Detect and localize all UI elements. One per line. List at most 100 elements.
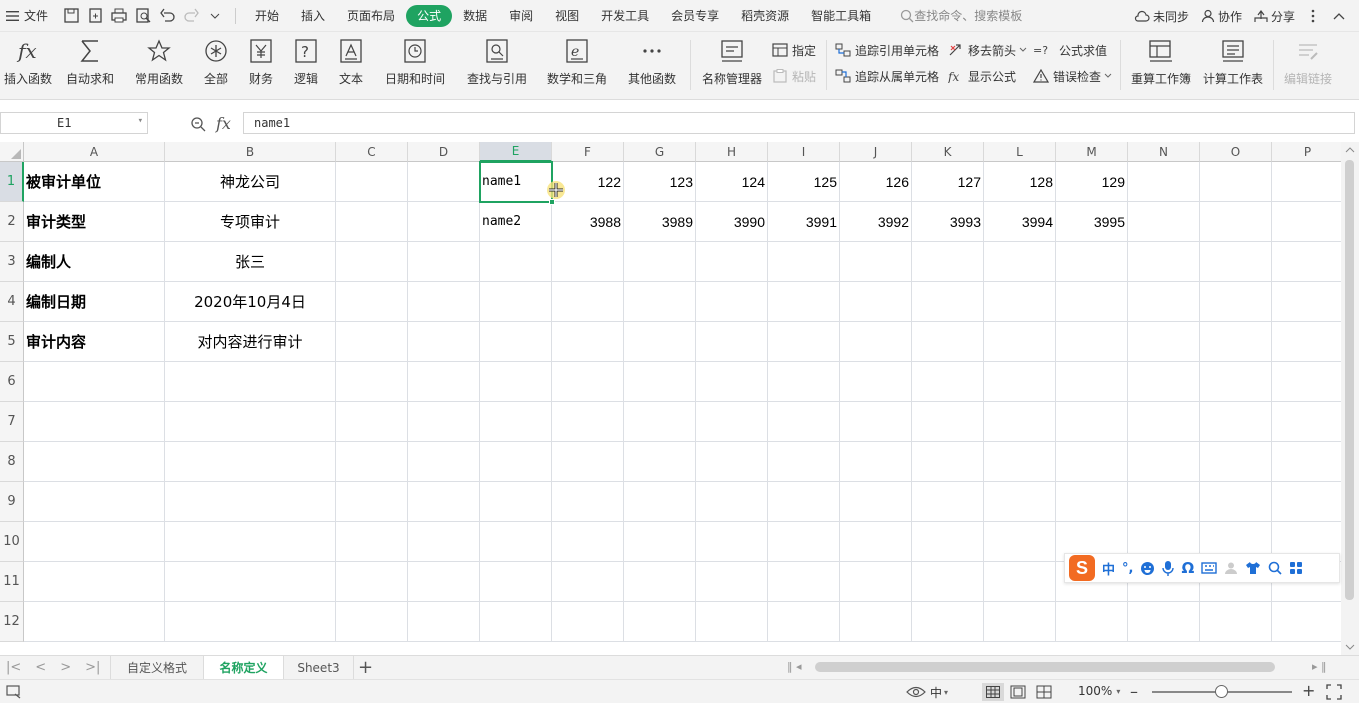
cell-b8[interactable] bbox=[165, 442, 336, 482]
cell-n4[interactable] bbox=[1128, 282, 1200, 322]
cell-i11[interactable] bbox=[768, 562, 840, 602]
cell-g12[interactable] bbox=[624, 602, 696, 642]
sheet-tab-name-definition[interactable]: 名称定义 bbox=[204, 656, 284, 679]
cell-h9[interactable] bbox=[696, 482, 768, 522]
emoji-icon[interactable] bbox=[1140, 561, 1155, 576]
cell-m2[interactable]: 3995 bbox=[1056, 202, 1128, 242]
cell-e11[interactable] bbox=[480, 562, 552, 602]
cell-a3[interactable]: 编制人 bbox=[24, 242, 165, 282]
print-icon[interactable] bbox=[110, 7, 128, 25]
cell-p3[interactable] bbox=[1272, 242, 1341, 282]
cell-c5[interactable] bbox=[336, 322, 408, 362]
cell-d8[interactable] bbox=[408, 442, 480, 482]
cell-f8[interactable] bbox=[552, 442, 624, 482]
cell-a4[interactable]: 编制日期 bbox=[24, 282, 165, 322]
cell-a8[interactable] bbox=[24, 442, 165, 482]
eye-protection-icon[interactable] bbox=[906, 685, 926, 699]
name-manager-button[interactable]: 名称管理器 bbox=[700, 36, 764, 94]
trace-dependents-button[interactable]: 追踪从属单元格 bbox=[835, 66, 939, 86]
cell-c11[interactable] bbox=[336, 562, 408, 602]
cell-n2[interactable] bbox=[1128, 202, 1200, 242]
sheet-tab-sheet3[interactable]: Sheet3 bbox=[284, 656, 354, 679]
user-account-icon[interactable] bbox=[1224, 561, 1238, 575]
formula-input[interactable]: name1 bbox=[243, 112, 1355, 134]
cell-k8[interactable] bbox=[912, 442, 984, 482]
cell-n8[interactable] bbox=[1128, 442, 1200, 482]
cell-k11[interactable] bbox=[912, 562, 984, 602]
more-options-icon[interactable] bbox=[1301, 0, 1325, 32]
cell-p8[interactable] bbox=[1272, 442, 1341, 482]
cell-n1[interactable] bbox=[1128, 162, 1200, 202]
cell-i2[interactable]: 3991 bbox=[768, 202, 840, 242]
cell-p2[interactable] bbox=[1272, 202, 1341, 242]
cell-d2[interactable] bbox=[408, 202, 480, 242]
cell-m4[interactable] bbox=[1056, 282, 1128, 322]
macro-record-icon[interactable] bbox=[6, 685, 24, 699]
cell-k1[interactable]: 127 bbox=[912, 162, 984, 202]
cell-h3[interactable] bbox=[696, 242, 768, 282]
cell-a12[interactable] bbox=[24, 602, 165, 642]
column-header-k[interactable]: K bbox=[912, 142, 984, 162]
microphone-icon[interactable] bbox=[1162, 560, 1175, 576]
math-trig-button[interactable]: e 数学和三角 bbox=[541, 36, 613, 94]
fullscreen-icon[interactable] bbox=[1326, 684, 1342, 700]
cell-f3[interactable] bbox=[552, 242, 624, 282]
cell-j11[interactable] bbox=[840, 562, 912, 602]
cell-j7[interactable] bbox=[840, 402, 912, 442]
cell-c12[interactable] bbox=[336, 602, 408, 642]
tab-view[interactable]: 视图 bbox=[544, 5, 590, 27]
cell-n6[interactable] bbox=[1128, 362, 1200, 402]
cell-e4[interactable] bbox=[480, 282, 552, 322]
cell-f2[interactable]: 3988 bbox=[552, 202, 624, 242]
cell-f12[interactable] bbox=[552, 602, 624, 642]
recalculate-workbook-button[interactable]: 重算工作簿 bbox=[1128, 36, 1194, 94]
tab-developer[interactable]: 开发工具 bbox=[590, 5, 660, 27]
cell-d4[interactable] bbox=[408, 282, 480, 322]
cell-l11[interactable] bbox=[984, 562, 1056, 602]
cell-b2[interactable]: 专项审计 bbox=[165, 202, 336, 242]
tab-home[interactable]: 开始 bbox=[244, 5, 290, 27]
cell-h4[interactable] bbox=[696, 282, 768, 322]
cell-j1[interactable]: 126 bbox=[840, 162, 912, 202]
add-sheet-icon[interactable]: + bbox=[358, 657, 373, 678]
lookup-reference-button[interactable]: 查找与引用 bbox=[460, 36, 534, 94]
cell-k10[interactable] bbox=[912, 522, 984, 562]
calculate-sheet-button[interactable]: 计算工作表 bbox=[1200, 36, 1266, 94]
cell-l1[interactable]: 128 bbox=[984, 162, 1056, 202]
cell-d1[interactable] bbox=[408, 162, 480, 202]
cell-b7[interactable] bbox=[165, 402, 336, 442]
cell-o9[interactable] bbox=[1200, 482, 1272, 522]
horizontal-scroll-thumb[interactable] bbox=[815, 662, 1275, 672]
cell-d3[interactable] bbox=[408, 242, 480, 282]
cell-i10[interactable] bbox=[768, 522, 840, 562]
page-break-view-icon[interactable] bbox=[1036, 685, 1052, 699]
quick-access-dropdown-icon[interactable] bbox=[206, 7, 224, 25]
cell-i9[interactable] bbox=[768, 482, 840, 522]
cell-f7[interactable] bbox=[552, 402, 624, 442]
cell-l5[interactable] bbox=[984, 322, 1056, 362]
cell-d5[interactable] bbox=[408, 322, 480, 362]
column-header-p[interactable]: P bbox=[1272, 142, 1341, 162]
row-header-10[interactable]: 10 bbox=[0, 522, 24, 562]
cell-k5[interactable] bbox=[912, 322, 984, 362]
logical-functions-button[interactable]: ? 逻辑 bbox=[288, 36, 324, 94]
cell-p4[interactable] bbox=[1272, 282, 1341, 322]
tab-member[interactable]: 会员专享 bbox=[660, 5, 730, 27]
undo-icon[interactable] bbox=[158, 7, 176, 25]
edit-links-button[interactable]: 编辑链接 bbox=[1280, 36, 1336, 94]
cell-c9[interactable] bbox=[336, 482, 408, 522]
cell-o3[interactable] bbox=[1200, 242, 1272, 282]
evaluate-formula-button[interactable]: =? 公式求值 bbox=[1033, 40, 1107, 60]
column-header-c[interactable]: C bbox=[336, 142, 408, 162]
cell-g2[interactable]: 3989 bbox=[624, 202, 696, 242]
cell-e5[interactable] bbox=[480, 322, 552, 362]
prev-sheet-icon[interactable]: < bbox=[35, 660, 46, 675]
column-header-j[interactable]: J bbox=[840, 142, 912, 162]
cell-n7[interactable] bbox=[1128, 402, 1200, 442]
file-menu[interactable]: 文件 bbox=[0, 0, 54, 32]
cell-d7[interactable] bbox=[408, 402, 480, 442]
cell-g3[interactable] bbox=[624, 242, 696, 282]
cell-h11[interactable] bbox=[696, 562, 768, 602]
cell-b12[interactable] bbox=[165, 602, 336, 642]
column-header-b[interactable]: B bbox=[165, 142, 336, 162]
